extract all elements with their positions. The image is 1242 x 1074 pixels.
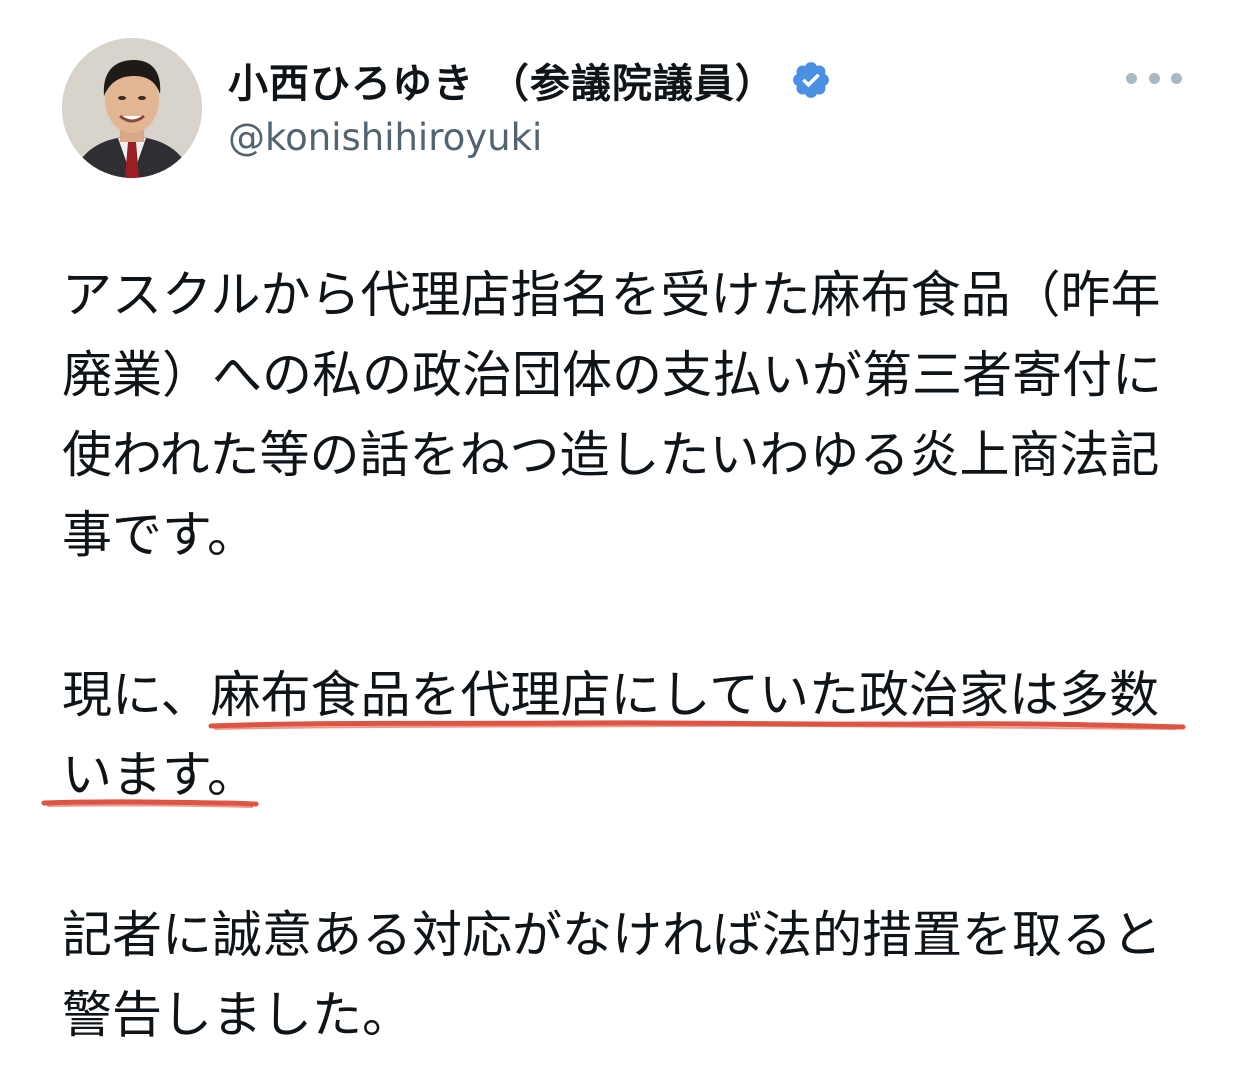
text-line: 事です。 (62, 506, 257, 564)
tweet-header: 小西ひろゆき （参議院議員） @konishihiroyuki (0, 0, 1242, 200)
paragraph-2: 現に、麻布食品を代理店にしていた政治家は多数 います。 (62, 655, 1192, 815)
display-name[interactable]: 小西ひろゆき （参議院議員） (228, 51, 776, 109)
dot (1148, 72, 1160, 84)
text-line: います。 (62, 735, 1192, 815)
text-line: アスクルから代理店指名を受けた麻布食品（昨年 (62, 266, 1161, 324)
text-line: 記者に誠意ある対応がなければ法的措置を取ると (62, 906, 1162, 964)
text-line: 使われた等の話をねつ造したいわゆる炎上商法記 (62, 426, 1160, 484)
highlighted-text: います。 (62, 746, 257, 804)
text-line: 警告しました。 (62, 986, 412, 1044)
text-line: 廃業）への私の政治団体の支払いが第三者寄付に (62, 346, 1162, 404)
more-dots-icon[interactable] (1126, 60, 1182, 96)
author-handle[interactable]: @konishihiroyuki (228, 116, 542, 159)
text-line: 現に、麻布食品を代理店にしていた政治家は多数 (62, 655, 1192, 735)
tweet-text: アスクルから代理店指名を受けた麻布食品（昨年 廃業）への私の政治団体の支払いが第… (62, 255, 1192, 1055)
dot (1126, 72, 1137, 84)
paragraph-1: アスクルから代理店指名を受けた麻布食品（昨年 廃業）への私の政治団体の支払いが第… (62, 255, 1192, 575)
text-prefix: 現に、 (62, 666, 211, 724)
avatar[interactable] (62, 38, 202, 178)
highlighted-text: 麻布食品を代理店にしていた政治家は多数 (210, 666, 1160, 724)
avatar-image (62, 38, 202, 178)
dot (1171, 72, 1182, 84)
paragraph-3: 記者に誠意ある対応がなければ法的措置を取ると 警告しました。 (62, 895, 1192, 1055)
verified-badge-icon (790, 59, 832, 101)
author-name-row[interactable]: 小西ひろゆき （参議院議員） (228, 52, 832, 108)
